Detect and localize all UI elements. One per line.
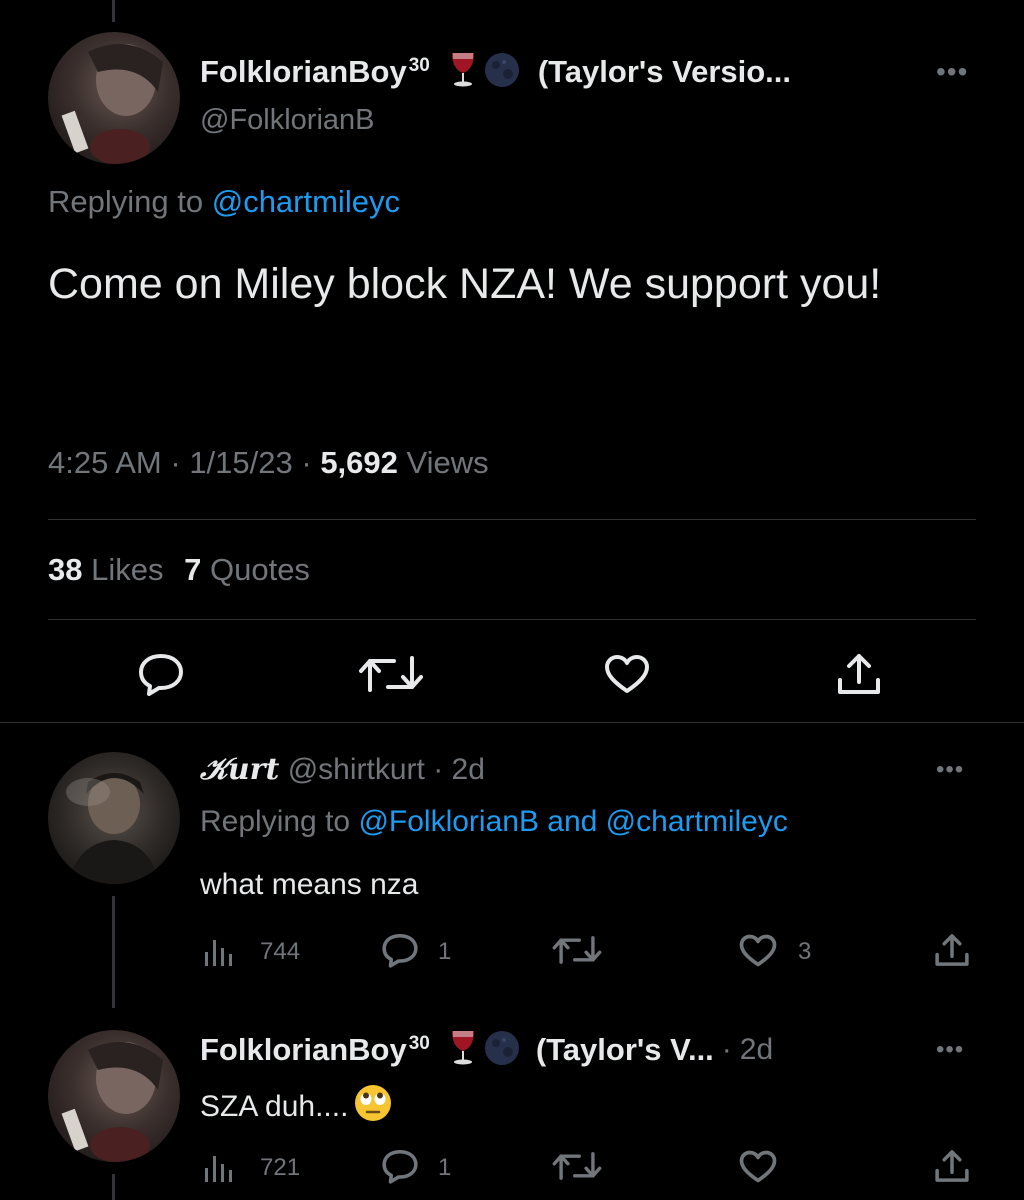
views-icon[interactable] (203, 934, 237, 968)
reply2-name-suffix: (Taylor's V... (535, 1032, 714, 1067)
reply1-handle[interactable]: @shirtkurt (288, 753, 425, 786)
quotes-count: 7 (184, 552, 202, 587)
retweet-icon[interactable] (552, 1150, 602, 1182)
reply1-replies-count: 1 (438, 938, 452, 965)
thread-line-reply1 (112, 896, 115, 1008)
reply1-replying-prefix: Replying to (200, 805, 351, 838)
avatar-photo-icon (66, 773, 160, 884)
reply1-text: what means nza (200, 868, 419, 901)
main-more-icon[interactable]: ••• (936, 58, 968, 86)
likes-stat[interactable]: 38 Likes (48, 552, 172, 587)
reply2-name-row: FolklorianBoy 30 (Taylor's V... · 2d (200, 1030, 773, 1070)
reply1-header: 𝒦urt @shirtkurt · 2d (200, 752, 485, 787)
reply2-avatar[interactable] (48, 1030, 180, 1162)
main-tweet-text: Come on Miley block NZA! We support you! (48, 260, 882, 308)
wine-glass-icon (448, 1029, 478, 1072)
main-views-count: 5,692 (320, 445, 398, 480)
reply2-time[interactable]: 2d (740, 1033, 773, 1067)
main-views-label: Views (406, 445, 489, 480)
avatar-photo-icon (61, 44, 163, 164)
reply2-text: SZA duh.... (200, 1090, 349, 1123)
main-name-row: FolklorianBoy 30 (Taylor's Versio... (200, 52, 791, 92)
divider-3 (0, 722, 1024, 723)
eye-roll-emoji-icon (354, 1084, 392, 1130)
retweet-icon[interactable] (552, 934, 602, 966)
main-display-name[interactable]: FolklorianBoy (200, 54, 407, 90)
like-icon[interactable] (739, 1150, 777, 1183)
reply-icon[interactable] (381, 1148, 419, 1184)
main-display-name-sup: 30 (408, 55, 430, 76)
views-icon[interactable] (203, 1150, 237, 1184)
main-replying-to-link[interactable]: @chartmileyc (212, 184, 400, 219)
moon-icon (484, 52, 520, 93)
reply1-replying-line: Replying to @FolklorianB and @chartmiley… (200, 805, 788, 839)
main-time[interactable]: 4:25 AM (48, 445, 162, 480)
reply-icon[interactable] (137, 652, 185, 696)
reply2-views-count: 721 (260, 1154, 301, 1181)
likes-count: 38 (48, 552, 83, 587)
divider-1 (48, 519, 976, 520)
main-engagement-line: 38 Likes 7 Quotes (48, 552, 310, 588)
main-handle[interactable]: @FolklorianB (200, 104, 375, 137)
wine-glass-icon (448, 51, 478, 94)
share-icon[interactable] (934, 932, 970, 968)
quotes-label: Quotes (209, 552, 310, 587)
quotes-stat[interactable]: 7 Quotes (184, 552, 310, 587)
retweet-icon[interactable] (358, 654, 424, 694)
reply2-display-name[interactable]: FolklorianBoy (200, 1032, 407, 1068)
main-replying-prefix: Replying to (48, 184, 204, 219)
like-icon[interactable] (604, 654, 650, 694)
share-icon[interactable] (836, 652, 882, 696)
reply2-display-name-sup: 30 (408, 1033, 430, 1054)
reply1-more-icon[interactable]: ••• (936, 758, 964, 782)
thread-line-bottom (112, 1174, 115, 1200)
like-icon[interactable] (739, 934, 777, 967)
reply2-replies-count: 1 (438, 1154, 452, 1181)
reply2-text-row: SZA duh.... (200, 1084, 392, 1130)
reply2-more-icon[interactable]: ••• (936, 1038, 964, 1062)
main-meta-line: 4:25 AM · 1/15/23 · 5,692 Views (48, 445, 489, 480)
divider-2 (48, 619, 976, 620)
main-avatar[interactable] (48, 32, 180, 164)
main-replying-line: Replying to @chartmileyc (48, 184, 400, 220)
reply-icon[interactable] (381, 932, 419, 968)
share-icon[interactable] (934, 1148, 970, 1184)
reply1-display-name[interactable]: 𝒦urt (200, 752, 279, 787)
reply1-replying-to[interactable]: @FolklorianB and @chartmileyc (358, 805, 787, 838)
reply1-likes-count: 3 (798, 938, 812, 965)
thread-line-top (112, 0, 115, 22)
avatar-photo-icon (61, 1042, 163, 1162)
reply1-views-count: 744 (260, 938, 301, 965)
main-name-suffix: (Taylor's Versio... (537, 54, 792, 89)
main-date[interactable]: 1/15/23 (189, 445, 292, 480)
moon-icon (484, 1030, 520, 1071)
reply1-time[interactable]: 2d (452, 753, 485, 786)
reply1-avatar[interactable] (48, 752, 180, 884)
likes-label: Likes (91, 552, 164, 587)
